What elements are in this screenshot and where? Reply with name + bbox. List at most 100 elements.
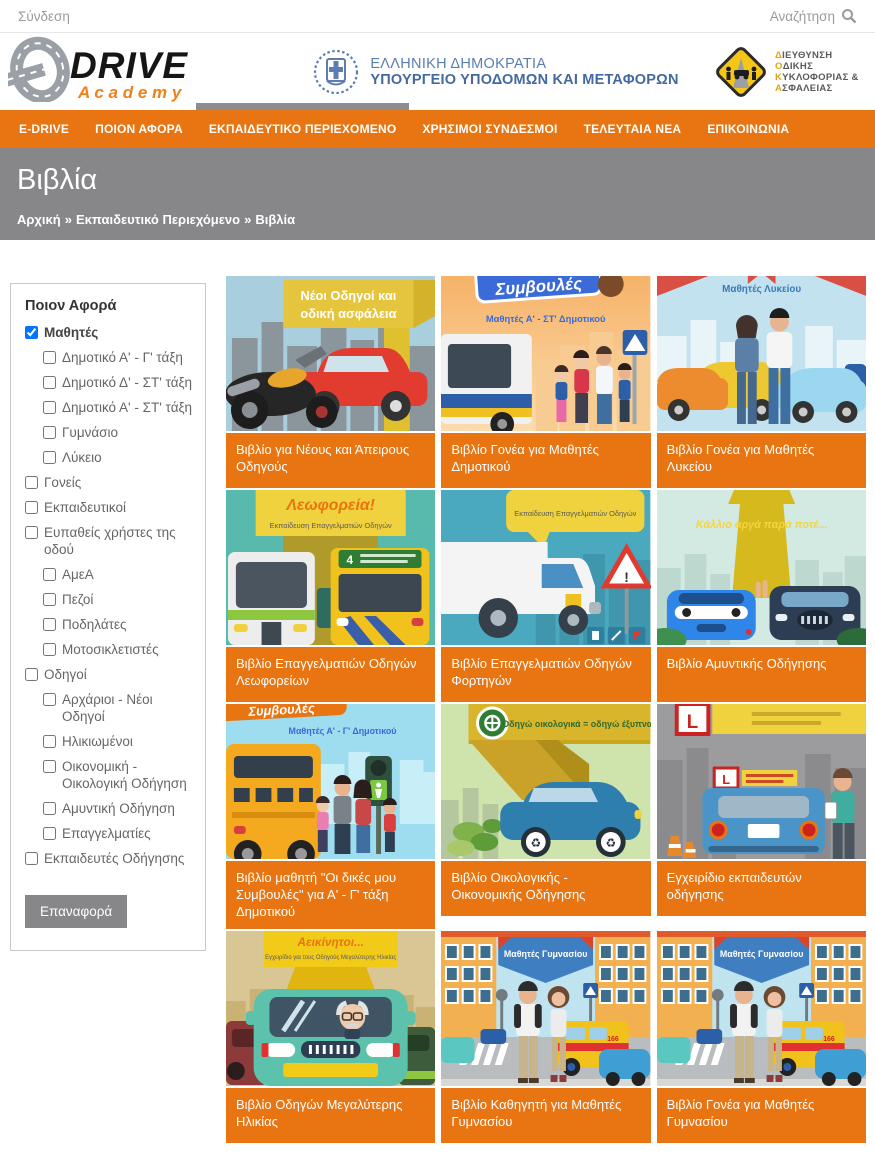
doka-logo: ΔΙΕΥΘΥΝΣΗ ΟΔΙΚΗΣ ΚΥΚΛΟΦΟΡΙΑΣ & ΑΣΦΑΛΕΙΑΣ [713,44,863,100]
book-tile-eco-driving[interactable]: Οδηγώ οικολογικά = οδηγώ έξυπνα ♻ [441,704,650,916]
cover-white-bus [228,552,315,645]
book-tile-gym-teacher[interactable]: Μαθητές Γυμνασίου 166 [441,931,650,1143]
ministry-line1: ΕΛΛΗΝΙΚΗ ΔΗΜΟΚΡΑΤΙΑ [370,56,678,72]
book-tile-defensive-driving[interactable]: Κάλλιο αργά παρά ποτέ... [657,490,866,702]
book-cover-eco-driving: Οδηγώ οικολογικά = οδηγώ έξυπνα ♻ [441,704,650,859]
checkbox-motosikletistes[interactable] [43,643,56,656]
book-tile-new-drivers[interactable]: Νέοι Οδηγοί και οδική ασφάλεια Βιβλίο γι… [226,276,435,488]
search-icon[interactable] [841,8,857,24]
book-grid: Νέοι Οδηγοί και οδική ασφάλεια Βιβλίο γι… [226,276,866,1143]
filter-item-amyntiki[interactable]: Αμυντική Οδήγηση [43,800,193,817]
checkbox-lykeio[interactable] [43,451,56,464]
book-tile-bus-drivers[interactable]: Λεωφορεία! Εκπαίδευση Επαγγελματιών Οδηγ… [226,490,435,702]
breadcrumb-separator: » [65,212,72,227]
filter-item-podilates[interactable]: Ποδηλάτες [43,616,193,633]
checkbox-epaggelmaties[interactable] [43,827,56,840]
checkbox-ilikiomenoi[interactable] [43,735,56,748]
breadcrumb-separator: » [244,212,251,227]
book-title: Βιβλίο για Νέους και Άπειρους Οδηγούς [226,433,435,488]
book-title: Βιβλίο Γονέα για Μαθητές Γυμνασίου [657,1088,866,1143]
filter-item-ilikiomenoi[interactable]: Ηλικιωμένοι [43,733,193,750]
filter-item-amea[interactable]: ΑμεΑ [43,566,193,583]
filter-item-eypatheis[interactable]: Ευπαθείς χρήστες της οδού [25,524,193,558]
book-tile-parent-primary[interactable]: Συμβουλές Μαθητές Α' - ΣΤ' Δημοτικού [441,276,650,488]
nav-item-xrisimoi-syndesmoi[interactable]: ΧΡΗΣΙΜΟΙ ΣΥΝΔΕΣΜΟΙ [409,110,570,148]
filter-item-epaggelmaties[interactable]: Επαγγελματίες [43,825,193,842]
filter-item-dimotiko-d-st[interactable]: Δημοτικό Δ' - ΣΤ' τάξη [43,374,193,391]
svg-text:4: 4 [346,553,353,567]
nav-item-ekpaideytiko-periexomeno[interactable]: ΕΚΠΑΙΔΕΥΤΙΚΟ ΠΕΡΙΕΧΟΜΕΝΟ [196,110,410,148]
filter-item-mathites[interactable]: Μαθητές [25,324,193,341]
book-cover-new-drivers: Νέοι Οδηγοί και οδική ασφάλεια [226,276,435,431]
svg-text:Μαθητές Α' - ΣΤ' Δημοτικού: Μαθητές Α' - ΣΤ' Δημοτικού [486,314,606,325]
breadcrumb-section[interactable]: Εκπαιδευτικό Περιεχόμενο [76,212,240,227]
book-tile-parent-lyceum[interactable]: Μαθητές Λυκείου [657,276,866,488]
checkbox-dimotiko-a-c[interactable] [43,351,56,364]
doka-line1: ΔΙΕΥΘΥΝΣΗ [775,50,859,61]
cover-teal-car-with-senior [246,989,416,1086]
book-title: Βιβλίο Οδηγών Μεγαλύτερης Ηλικίας [226,1088,435,1143]
checkbox-dimotiko-a-st[interactable] [43,401,56,414]
svg-text:Εκπαίδευση Επαγγελματιών Οδηγώ: Εκπαίδευση Επαγγελματιών Οδηγών [270,521,392,530]
book-tile-student-primary[interactable]: Συμβουλές Μαθητές Α' - Γ' Δημοτικού [226,704,435,929]
checkbox-oikonomiki[interactable] [43,760,56,773]
checkbox-podilates[interactable] [43,618,56,631]
filter-item-arxarioi[interactable]: Αρχάριοι - Νέοι Οδηγοί [43,691,193,725]
checkbox-odigoi[interactable] [25,668,38,681]
filter-item-dimotiko-a-st[interactable]: Δημοτικό Α' - ΣΤ' τάξη [43,399,193,416]
filter-item-ekpaideytikoi[interactable]: Εκπαιδευτικοί [25,499,193,516]
checkbox-arxarioi[interactable] [43,693,56,706]
checkbox-ekpaideytes[interactable] [25,852,38,865]
nav-item-epikoinonia[interactable]: ΕΠΙΚΟΙΝΩΝΙΑ [694,110,802,148]
nav-item-edrive[interactable]: E-DRIVE [6,110,82,148]
book-tile-older-drivers[interactable]: Αεικίνητοι... Εγχειρίδιο για τους Οδηγού… [226,931,435,1143]
checkbox-amyntiki[interactable] [43,802,56,815]
checkbox-goneis[interactable] [25,476,38,489]
nav-item-teleytaia-nea[interactable]: ΤΕΛΕΥΤΑΙΑ ΝΕΑ [571,110,695,148]
breadcrumb-current: Βιβλία [255,212,295,227]
breadcrumb-home[interactable]: Αρχική [17,212,61,227]
checkbox-eypatheis[interactable] [25,526,38,539]
book-tile-gym-parent[interactable]: Μαθητές Γυμνασίου 166 [657,931,866,1143]
svg-text:Αεικίνητοι...: Αεικίνητοι... [296,935,363,949]
checkbox-mathites[interactable] [25,326,38,339]
filter-item-gymnasio[interactable]: Γυμνάσιο [43,424,193,441]
brand-academy-text: A c a d e m y [77,83,183,102]
brand-drive-text: DRIVE [70,45,188,86]
svg-text:♻: ♻ [531,836,542,850]
reset-filters-button[interactable]: Επαναφορά [25,895,127,928]
edrive-academy-logo[interactable]: DRIVE A c a d e m y [8,36,238,107]
filter-item-oikonomiki-oikologiki[interactable]: Οικονομική - Οικολογική Οδήγηση [43,758,193,792]
search-link[interactable]: Αναζήτηση [770,9,835,24]
doka-line4: ΑΣΦΑΛΕΙΑΣ [775,83,859,94]
filter-item-dimotiko-a-c[interactable]: Δημοτικό Α' - Γ' τάξη [43,349,193,366]
filter-item-motosikletistes[interactable]: Μοτοσικλετιστές [43,641,193,658]
svg-text:Κάλλιο αργά παρά ποτέ...: Κάλλιο αργά παρά ποτέ... [695,519,827,531]
search-box[interactable]: Αναζήτηση [770,8,857,24]
book-cover-truck-drivers: Εκπαίδευση Επαγγελματιών Οδηγών ! [441,490,650,645]
svg-text:Εκπαίδευση Επαγγελματιών Οδηγώ: Εκπαίδευση Επαγγελματιών Οδηγών [515,509,637,518]
book-title: Βιβλίο Γονέα για Μαθητές Λυκείου [657,433,866,488]
filter-item-goneis[interactable]: Γονείς [25,474,193,491]
filter-item-odigoi[interactable]: Οδηγοί [25,666,193,683]
svg-text:!: ! [625,569,630,585]
checkbox-gymnasio[interactable] [43,426,56,439]
nav-item-poion-afora[interactable]: ΠΟΙΟΝ ΑΦΟΡΑ [82,110,196,148]
filter-item-pezoi[interactable]: Πεζοί [43,591,193,608]
filter-item-lykeio[interactable]: Λύκειο [43,449,193,466]
checkbox-dimotiko-d-st[interactable] [43,376,56,389]
checkbox-ekpaideytikoi[interactable] [25,501,38,514]
page-title-band: Βιβλία Αρχική»Εκπαιδευτικό Περιεχόμενο»Β… [0,148,875,240]
svg-text:οδική ασφάλεια: οδική ασφάλεια [300,306,396,321]
checkbox-pezoi[interactable] [43,593,56,606]
cover-service-icons [587,627,645,644]
edrive-logo-graphic: DRIVE A c a d e m y [8,36,226,102]
book-cover-instructors: L L [657,704,866,859]
book-tile-instructors[interactable]: L L [657,704,866,916]
filter-item-ekpaideytes-odigisis[interactable]: Εκπαιδευτές Οδήγησης [25,850,193,867]
svg-text:Εγχειρίδιο για τους Οδηγούς Με: Εγχειρίδιο για τους Οδηγούς Μεγαλύτερης … [265,954,396,961]
book-tile-truck-drivers[interactable]: Εκπαίδευση Επαγγελματιών Οδηγών ! [441,490,650,702]
svg-text:Μαθητές Γυμνασίου: Μαθητές Γυμνασίου [720,949,804,959]
login-link[interactable]: Σύνδεση [18,9,70,24]
checkbox-amea[interactable] [43,568,56,581]
